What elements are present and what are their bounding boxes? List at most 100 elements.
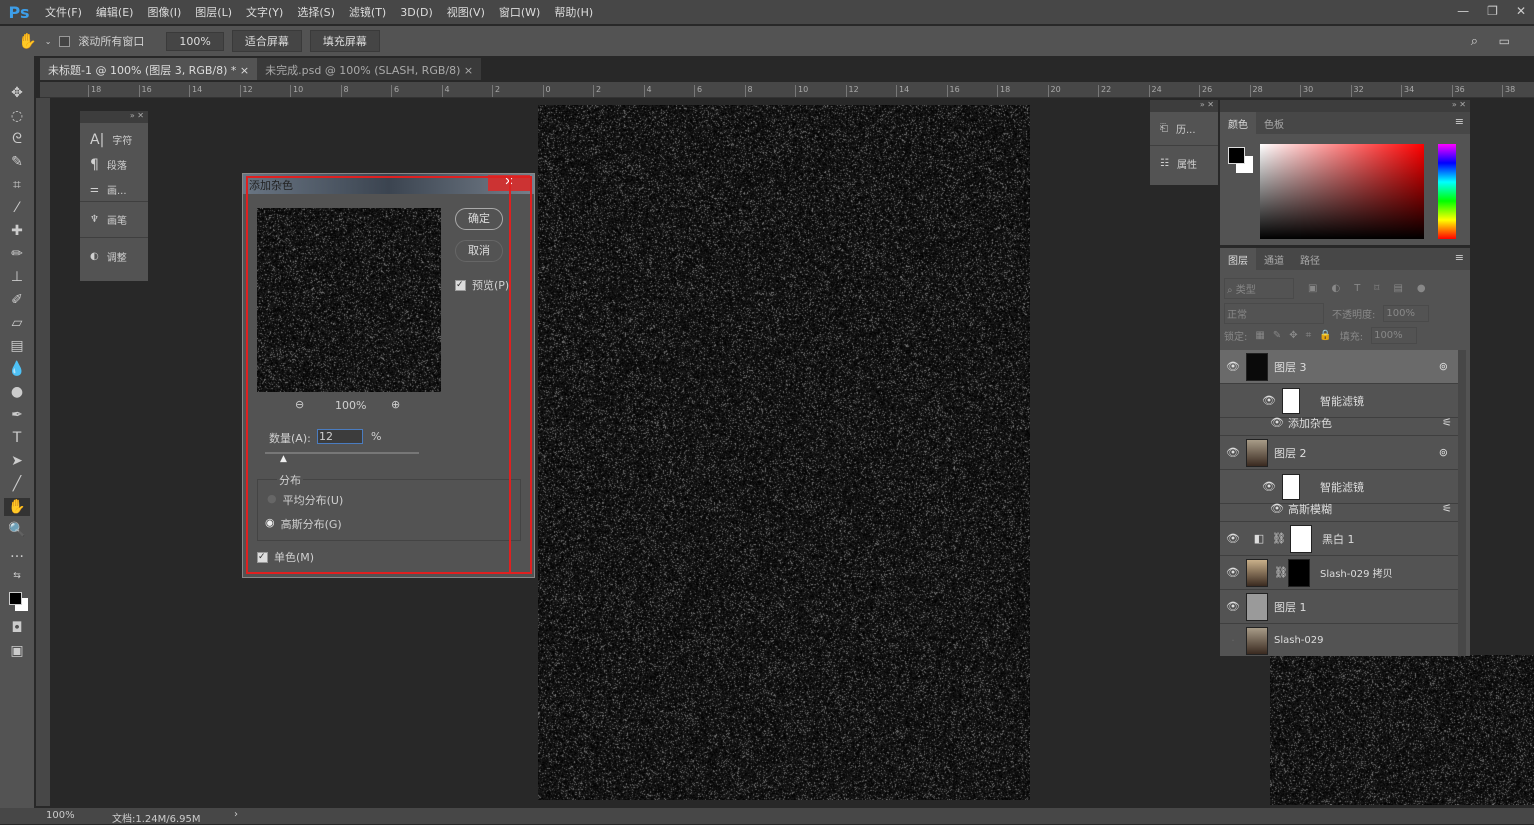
tab-paths[interactable]: 路径 (1292, 248, 1328, 270)
filter-preview[interactable] (257, 208, 441, 392)
zoom-tool-icon[interactable]: 🔍 (4, 521, 30, 539)
menu-file[interactable]: 文件(F) (38, 4, 89, 20)
scroll-all-checkbox[interactable] (59, 36, 70, 47)
eye-icon[interactable]: 👁 (1220, 566, 1246, 579)
preview-checkbox[interactable]: ✓ (455, 280, 466, 291)
path-select-tool-icon[interactable]: ➤ (4, 452, 30, 470)
eye-icon[interactable]: 👁 (1220, 446, 1246, 459)
fill-screen-button[interactable]: 填充屏幕 (310, 30, 380, 52)
slider-handle[interactable]: ▲ (280, 454, 287, 464)
menu-3d[interactable]: 3D(D) (393, 6, 440, 19)
adjustments-panel-button[interactable]: ◐ 调整 (80, 238, 148, 274)
eye-icon[interactable]: 👁 (1256, 394, 1282, 407)
blend-mode-select[interactable]: 正常 (1224, 303, 1324, 324)
marquee-tool-icon[interactable]: ◌ (4, 107, 30, 125)
layer-row[interactable]: 👁 高斯模糊 ⚟ (1220, 496, 1458, 522)
close-icon[interactable]: × (240, 64, 249, 77)
menu-window[interactable]: 窗口(W) (492, 4, 547, 20)
preview-option[interactable]: ✓ 预览(P) (455, 277, 509, 293)
eyedropper-tool-icon[interactable]: ⁄ (4, 199, 30, 217)
minimize-button[interactable]: — (1457, 4, 1469, 18)
eye-icon[interactable]: 👁 (1220, 532, 1246, 545)
history-brush-icon[interactable]: ✐ (4, 291, 30, 309)
gaussian-radio[interactable]: ◉ (265, 516, 275, 532)
gradient-tool-icon[interactable]: ▤ (4, 337, 30, 355)
quick-mask-icon[interactable]: ◘ (4, 619, 30, 637)
hand-tool-icon[interactable]: ✋ (18, 32, 37, 50)
foreground-background-swatch[interactable] (4, 590, 30, 614)
restore-button[interactable]: ❐ (1487, 4, 1498, 18)
crop-tool-icon[interactable]: ⌗ (4, 176, 30, 194)
lock-transparent-icon[interactable]: ▦ (1255, 330, 1264, 341)
panel-menu-icon[interactable]: ≡ (1455, 251, 1464, 264)
fit-screen-button[interactable]: 适合屏幕 (232, 30, 302, 52)
dodge-tool-icon[interactable]: ● (4, 383, 30, 401)
layer-row[interactable]: 👁 ◧ ⛓ 黑白 1 (1220, 522, 1458, 556)
zoom-in-icon[interactable]: ⊕ (391, 398, 400, 411)
layer-row[interactable]: · Slash-029 (1220, 624, 1458, 656)
menu-layer[interactable]: 图层(L) (188, 4, 239, 20)
layer-row[interactable]: 👁 ⛓ Slash-029 拷贝 (1220, 556, 1458, 590)
layer-row[interactable]: 👁 图层 2 ⊚ (1220, 436, 1458, 470)
healing-tool-icon[interactable]: ✚ (4, 222, 30, 240)
eye-icon[interactable]: 👁 (1270, 416, 1284, 429)
brush-panel-button[interactable]: ♆ 画笔 (80, 202, 148, 238)
type-tool-icon[interactable]: T (4, 429, 30, 447)
character-panel-button[interactable]: A| 字符 (80, 127, 148, 152)
ok-button[interactable]: 确定 (455, 208, 503, 230)
zoom-out-icon[interactable]: ⊖ (295, 398, 304, 411)
amount-input[interactable]: 12 (317, 429, 363, 444)
tab-unfinished[interactable]: 未完成.psd @ 100% (SLASH, RGB/8) × (257, 58, 481, 80)
type-filter-icon[interactable]: T (1354, 283, 1360, 294)
close-icon[interactable]: × (464, 64, 473, 77)
move-tool-icon[interactable]: ✥ (4, 84, 30, 102)
brush-tool-icon[interactable]: ✏ (4, 245, 30, 263)
foreground-swatch[interactable] (1228, 147, 1245, 164)
cancel-button[interactable]: 取消 (455, 240, 503, 262)
properties-panel-button[interactable]: ☷ 属性 (1150, 146, 1218, 180)
layer-row[interactable]: 👁 添加杂色 ⚟ (1220, 410, 1458, 436)
document-canvas[interactable] (538, 105, 1030, 800)
amount-slider[interactable] (265, 452, 419, 454)
panel-header[interactable]: » ✕ (1150, 100, 1218, 112)
tab-color[interactable]: 颜色 (1220, 112, 1256, 134)
mono-option[interactable]: ✓ 单色(M) (257, 549, 314, 565)
pen-tool-icon[interactable]: ✒ (4, 406, 30, 424)
opacity-input[interactable]: 100% (1383, 305, 1429, 322)
tab-untitled-1[interactable]: 未标题-1 @ 100% (图层 3, RGB/8) * × (40, 58, 257, 80)
menu-filter[interactable]: 滤镜(T) (342, 4, 393, 20)
menu-view[interactable]: 视图(V) (440, 4, 492, 20)
quick-select-tool-icon[interactable]: ✎ (4, 153, 30, 171)
layer-row[interactable]: 👁 图层 3 ⊚ (1220, 350, 1458, 384)
more-tools-icon[interactable]: … (4, 544, 30, 562)
layer-row[interactable]: 👁 图层 1 (1220, 590, 1458, 624)
eye-icon[interactable]: 👁 (1256, 480, 1282, 493)
line-tool-icon[interactable]: ╱ (4, 475, 30, 493)
brush-presets-button[interactable]: ⚌ 画... (80, 177, 148, 202)
lock-all-icon[interactable]: 🔒 (1319, 330, 1331, 341)
uniform-option[interactable]: ● 平均分布(U) (267, 492, 343, 508)
paragraph-panel-button[interactable]: ¶ 段落 (80, 152, 148, 177)
chevron-down-icon[interactable]: ⌄ (45, 37, 52, 46)
status-zoom[interactable]: 100% (46, 810, 75, 821)
menu-edit[interactable]: 编辑(E) (89, 4, 141, 20)
uniform-radio[interactable]: ● (267, 492, 277, 508)
hue-slider[interactable] (1438, 144, 1456, 239)
workspace-icon[interactable]: ▭ (1499, 34, 1510, 48)
screen-mode-icon[interactable]: ▣ (4, 642, 30, 660)
menu-select[interactable]: 选择(S) (290, 4, 342, 20)
history-panel-button[interactable]: ⎗ 历... (1150, 112, 1218, 146)
status-menu-arrow[interactable]: › (234, 809, 238, 820)
menu-help[interactable]: 帮助(H) (547, 4, 600, 20)
dialog-title-bar[interactable]: 添加杂色 ✕ (243, 174, 534, 194)
lock-paint-icon[interactable]: ✎ (1273, 330, 1281, 341)
layers-scrollbar[interactable] (1458, 350, 1466, 656)
shape-filter-icon[interactable]: ⌑ (1374, 283, 1379, 294)
color-field[interactable] (1260, 144, 1424, 239)
menu-type[interactable]: 文字(Y) (239, 4, 290, 20)
filter-kind-select[interactable]: ⌕ 类型 (1224, 278, 1294, 299)
hand-tool-icon[interactable]: ✋ (4, 498, 30, 516)
visibility-toggle[interactable]: · (1220, 634, 1246, 647)
lock-move-icon[interactable]: ✥ (1289, 330, 1297, 341)
swap-colors-icon[interactable]: ⇆ (4, 567, 30, 585)
